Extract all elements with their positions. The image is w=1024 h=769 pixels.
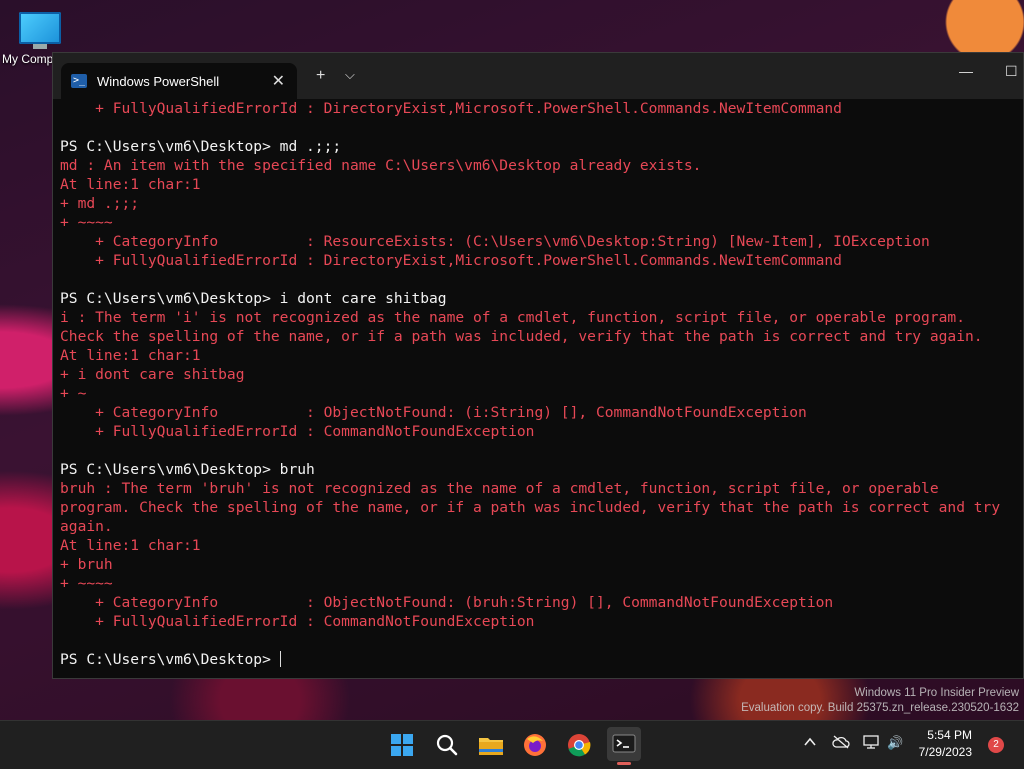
console-line: + CategoryInfo : ObjectNotFound: (i:Stri…	[60, 404, 807, 421]
firefox-button[interactable]	[521, 731, 549, 759]
watermark-line-2: Evaluation copy. Build 25375.zn_release.…	[741, 702, 1019, 714]
console-line: bruh : The term 'bruh' is not recognized…	[60, 480, 939, 497]
console-line: i : The term 'i' is not recognized as th…	[60, 309, 965, 326]
console-line: + FullyQualifiedErrorId : DirectoryExist…	[60, 252, 842, 269]
console-line: At line:1 char:1	[60, 537, 201, 554]
windows-logo-icon	[391, 734, 413, 756]
console-line: + ~~~~	[60, 575, 113, 592]
notification-badge[interactable]: 2	[988, 737, 1004, 753]
folder-icon	[479, 738, 503, 755]
console-line: + i dont care shitbag	[60, 366, 245, 383]
console-line: PS C:\Users\vm6\Desktop> bruh	[60, 461, 315, 478]
search-button[interactable]	[433, 731, 461, 759]
windows-watermark: Windows 11 Pro Insider Preview Evaluatio…	[741, 686, 1019, 716]
console-line: + CategoryInfo : ObjectNotFound: (bruh:S…	[60, 594, 834, 611]
console-line: Check the spelling of the name, or if a …	[60, 328, 983, 345]
powershell-icon: >_	[71, 74, 87, 88]
console-line: again.	[60, 518, 113, 535]
network-tray-button[interactable]	[863, 735, 881, 752]
volume-tray-button[interactable]: 🔊	[887, 735, 903, 751]
clock[interactable]: 5:54 PM 7/29/2023	[919, 727, 972, 761]
close-tab-icon[interactable]: ✕	[272, 71, 285, 91]
console-line: + bruh	[60, 556, 113, 573]
onedrive-tray-button[interactable]	[832, 735, 850, 752]
console-line: + FullyQualifiedErrorId : CommandNotFoun…	[60, 613, 535, 630]
console-line: + FullyQualifiedErrorId : CommandNotFoun…	[60, 423, 535, 440]
console-line: At line:1 char:1	[60, 176, 201, 193]
console-line: At line:1 char:1	[60, 347, 201, 364]
terminal-window: >_ Windows PowerShell ✕ + ⌵ — ☐ + FullyQ…	[52, 52, 1024, 679]
clock-date: 7/29/2023	[918, 745, 972, 759]
console-line: PS C:\Users\vm6\Desktop>	[60, 651, 281, 668]
chevron-up-icon	[804, 737, 816, 746]
console-line: PS C:\Users\vm6\Desktop> i dont care shi…	[60, 290, 447, 307]
console-line: + ~~~~	[60, 214, 113, 231]
console-line: + md .;;;	[60, 195, 140, 212]
console-output[interactable]: + FullyQualifiedErrorId : DirectoryExist…	[53, 99, 1023, 678]
new-tab-button[interactable]: +	[316, 67, 325, 85]
search-icon	[436, 734, 458, 756]
chrome-icon	[568, 734, 591, 757]
tab-title: Windows PowerShell	[97, 73, 220, 89]
console-line: + CategoryInfo : ResourceExists: (C:\Use…	[60, 233, 930, 250]
file-explorer-button[interactable]	[477, 731, 505, 759]
chrome-button[interactable]	[565, 731, 593, 759]
taskbar: 🔊 5:54 PM 7/29/2023 2	[0, 720, 1024, 769]
text-cursor	[279, 651, 281, 667]
network-icon	[863, 735, 879, 749]
cloud-off-icon	[832, 735, 850, 749]
terminal-taskbar-button[interactable]	[607, 727, 641, 765]
start-button[interactable]	[388, 731, 416, 759]
console-line: + FullyQualifiedErrorId : DirectoryExist…	[60, 100, 842, 117]
watermark-line-1: Windows 11 Pro Insider Preview	[854, 687, 1019, 699]
console-line: PS C:\Users\vm6\Desktop> md .;;;	[60, 138, 342, 155]
console-line: md : An item with the specified name C:\…	[60, 157, 702, 174]
terminal-icon	[612, 734, 636, 753]
maximize-button[interactable]: ☐	[1005, 63, 1018, 80]
firefox-icon	[524, 734, 546, 756]
console-line: program. Check the spelling of the name,…	[60, 499, 1001, 516]
monitor-icon	[19, 12, 61, 44]
clock-time: 5:54 PM	[927, 728, 972, 742]
title-bar[interactable]: >_ Windows PowerShell ✕ + ⌵ — ☐	[53, 53, 1023, 99]
tab-windows-powershell[interactable]: >_ Windows PowerShell ✕	[61, 63, 297, 99]
console-line: + ~	[60, 385, 87, 402]
show-hidden-icons-button[interactable]	[803, 735, 817, 752]
minimize-button[interactable]: —	[959, 63, 973, 79]
active-indicator	[617, 762, 631, 765]
monitor-stand	[33, 44, 47, 49]
tab-dropdown-button[interactable]: ⌵	[345, 67, 355, 83]
